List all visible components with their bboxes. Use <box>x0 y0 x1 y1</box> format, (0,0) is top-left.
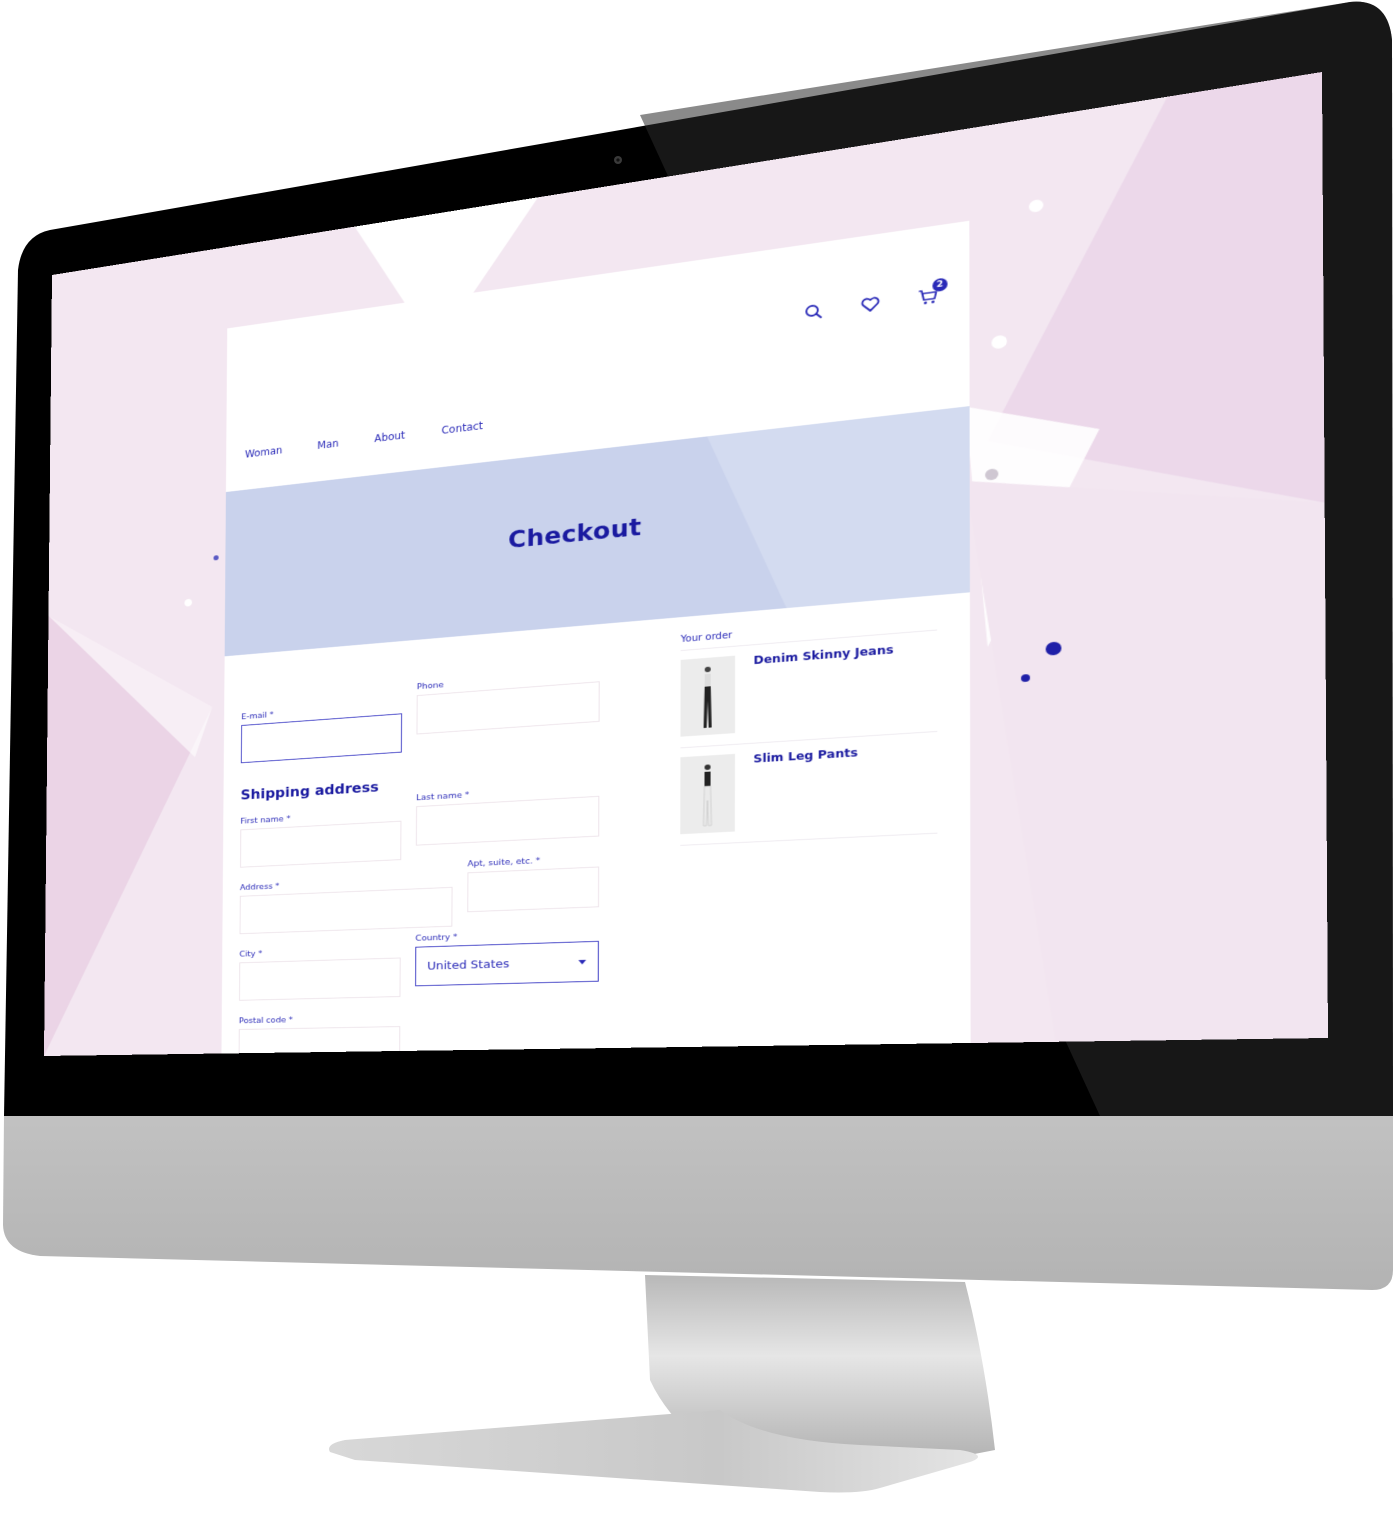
nav-item-woman[interactable]: Woman <box>245 444 282 460</box>
heart-icon[interactable] <box>860 294 881 315</box>
order-item-name[interactable]: Denim Skinny Jeans <box>753 643 893 734</box>
header-icons: 2 <box>803 277 948 322</box>
city-field: City * <box>239 945 401 1001</box>
cart-icon[interactable]: 2 <box>917 277 948 307</box>
nav-item-contact[interactable]: Contact <box>442 420 483 437</box>
shipping-address-heading: Shipping address <box>240 778 379 803</box>
nav-item-man[interactable]: Man <box>317 437 338 451</box>
order-item: Denim Skinny Jeans <box>680 630 938 749</box>
monitor-chin <box>3 1110 1393 1290</box>
chevron-down-icon <box>578 959 587 965</box>
product-image <box>680 753 735 835</box>
address-input[interactable] <box>239 886 453 935</box>
email-field: E-mail * <box>240 701 403 764</box>
cart-count-badge: 2 <box>932 277 948 293</box>
apt-field: Apt, suite, etc. * <box>467 853 600 913</box>
main-nav: Woman Man About Contact <box>245 420 483 461</box>
country-select[interactable]: United States <box>415 940 599 987</box>
checkout-page: 2 Woman Man About Contact Checkout E-mai… <box>220 220 971 1056</box>
order-item: Slim Leg Pants <box>680 731 938 846</box>
product-image <box>680 655 736 737</box>
order-summary: Your order Denim Skinny Jeans Slim Leg P… <box>680 613 938 846</box>
address-field: Address * <box>239 874 453 935</box>
country-field: Country * United States <box>415 928 599 987</box>
phone-field: Phone <box>416 668 600 735</box>
postal-code-field: Postal code * <box>238 1013 401 1056</box>
first-name-field: First name * <box>240 808 402 868</box>
postal-code-label: Postal code * <box>238 1015 293 1026</box>
last-name-input[interactable] <box>415 795 600 846</box>
nav-item-about[interactable]: About <box>374 429 405 445</box>
first-name-input[interactable] <box>240 820 402 868</box>
search-icon[interactable] <box>803 301 824 322</box>
order-item-name[interactable]: Slim Leg Pants <box>753 746 858 832</box>
city-label: City * <box>239 949 263 960</box>
country-value: United States <box>427 957 510 973</box>
city-input[interactable] <box>239 957 401 1001</box>
apt-input[interactable] <box>467 866 600 913</box>
email-input[interactable] <box>240 713 403 764</box>
last-name-field: Last name * <box>415 783 600 846</box>
